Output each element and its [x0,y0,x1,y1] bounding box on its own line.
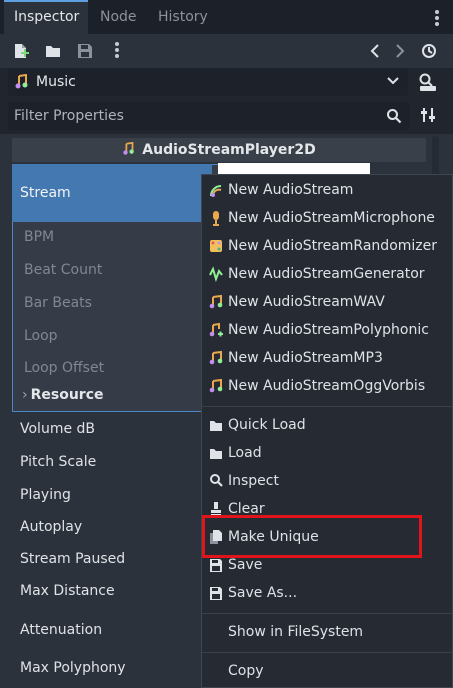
object-name: Music [36,74,76,90]
menu-item-label: Save As... [228,585,298,601]
new-resource-icon[interactable] [12,42,30,60]
property-bar-beats[interactable]: Bar Beats [24,295,92,311]
filter-properties-input[interactable]: Filter Properties [8,102,410,130]
tab-inspector[interactable]: Inspector [4,0,88,34]
menu-item-new-audiostreamoggvorbis[interactable]: New AudioStreamOggVorbis [202,373,452,399]
class-title-text: AudioStreamPlayer2D [142,142,316,158]
menu-item-new-audiostreamgenerator[interactable]: New AudioStreamGenerator [202,261,452,287]
filter-options-icon[interactable] [419,106,437,124]
property-autoplay[interactable]: Autoplay [20,519,82,535]
property-max-distance[interactable]: Max Distance [20,583,115,599]
highlight-annotation [202,515,422,558]
menu-item-new-audiostream[interactable]: New AudioStream [202,177,452,203]
menu-item-label: New AudioStreamRandomizer [228,238,438,254]
menu-separator [202,406,452,407]
tab-node[interactable]: Node [100,0,150,34]
resource-context-menu: New AudioStream New AudioStreamMicrophon… [201,174,453,688]
menu-item-label: Inspect [228,473,279,489]
property-loop-offset[interactable]: Loop Offset [24,360,104,376]
property-attenuation[interactable]: Attenuation [20,622,102,638]
audio-note-icon [209,378,223,393]
save-icon [210,559,222,572]
microphone-icon [213,211,219,226]
tab-history[interactable]: History [158,0,228,34]
open-documentation-icon[interactable] [418,72,438,92]
property-pitch-scale[interactable]: Pitch Scale [20,454,96,470]
randomizer-icon [210,240,222,252]
search-icon [210,474,223,487]
object-selector[interactable]: Music [8,68,408,96]
stream-property[interactable]: Stream [12,164,212,222]
menu-item-label: Show in FileSystem [228,624,364,640]
audiostream-icon [210,185,222,197]
menu-item-label: New AudioStreamMP3 [228,350,383,366]
dock-menu-icon[interactable] [435,10,439,28]
menu-item-label: New AudioStreamOggVorbis [228,378,426,394]
menu-item-load[interactable]: Load [202,440,452,466]
menu-item-new-audiostreamwav[interactable]: New AudioStreamWAV [202,289,452,315]
resource-section[interactable]: › Resource [22,387,104,403]
save-icon[interactable] [76,42,94,60]
chevron-down-icon [387,77,399,85]
property-beat-count[interactable]: Beat Count [24,262,102,278]
resource-menu-icon[interactable] [115,42,119,60]
audio-polyphonic-icon [209,322,223,337]
menu-item-label: New AudioStreamPolyphonic [228,322,429,338]
history-forward-icon[interactable] [390,42,408,60]
open-folder-icon[interactable] [44,42,62,60]
menu-item-copy[interactable]: Copy [202,658,452,684]
property-bpm[interactable]: BPM [24,229,54,245]
dock-tab-bar: Inspector Node History [0,0,453,34]
property-max-polyphony[interactable]: Max Polyphony [20,660,126,676]
class-header: AudioStreamPlayer2D [12,138,426,162]
audio-player-icon [15,74,28,89]
menu-item-label: Copy [228,663,264,679]
audio-note-icon [209,294,223,309]
menu-item-label: New AudioStreamGenerator [228,266,425,282]
filter-placeholder: Filter Properties [14,108,124,124]
menu-item-label: Quick Load [228,417,306,433]
folder-icon [210,449,222,459]
chevron-right-icon: › [22,387,28,403]
generator-icon [209,266,223,282]
menu-item-new-audiostreammicrophone[interactable]: New AudioStreamMicrophone [202,205,452,231]
class-title: AudioStreamPlayer2D [12,138,426,162]
object-history-icon[interactable] [420,42,438,60]
save-icon [210,587,222,600]
menu-item-inspect[interactable]: Inspect [202,468,452,494]
menu-item-new-audiostreampolyphonic[interactable]: New AudioStreamPolyphonic [202,317,452,343]
menu-item-quick-load[interactable]: Quick Load [202,412,452,438]
audio-note-icon [209,350,223,365]
menu-item-label: New AudioStreamWAV [228,294,385,310]
history-back-icon[interactable] [367,42,385,60]
menu-item-label: New AudioStreamMicrophone [228,210,435,226]
audio-player-icon [123,141,135,155]
menu-item-save-as[interactable]: Save As... [202,580,452,606]
resource-label: Resource [30,387,104,403]
menu-item-label: Load [228,445,262,461]
menu-item-show-in-filesystem[interactable]: Show in FileSystem [202,619,452,645]
tab-label: Node [100,9,137,25]
inspector-toolbar [0,34,453,68]
stream-label: Stream [20,185,71,201]
folder-icon [210,421,222,431]
menu-item-label: New AudioStream [228,182,354,198]
property-volume-db[interactable]: Volume dB [20,421,95,437]
property-stream-paused[interactable]: Stream Paused [20,551,125,567]
menu-item-new-audiostreammp3[interactable]: New AudioStreamMP3 [202,345,452,371]
menu-separator [202,613,452,614]
menu-separator [202,652,452,653]
property-playing[interactable]: Playing [20,487,71,503]
search-icon [387,109,402,124]
menu-item-new-audiostreamrandomizer[interactable]: New AudioStreamRandomizer [202,233,452,259]
tab-label: History [158,9,208,25]
tab-label: Inspector [14,9,80,25]
property-loop[interactable]: Loop [24,328,58,344]
